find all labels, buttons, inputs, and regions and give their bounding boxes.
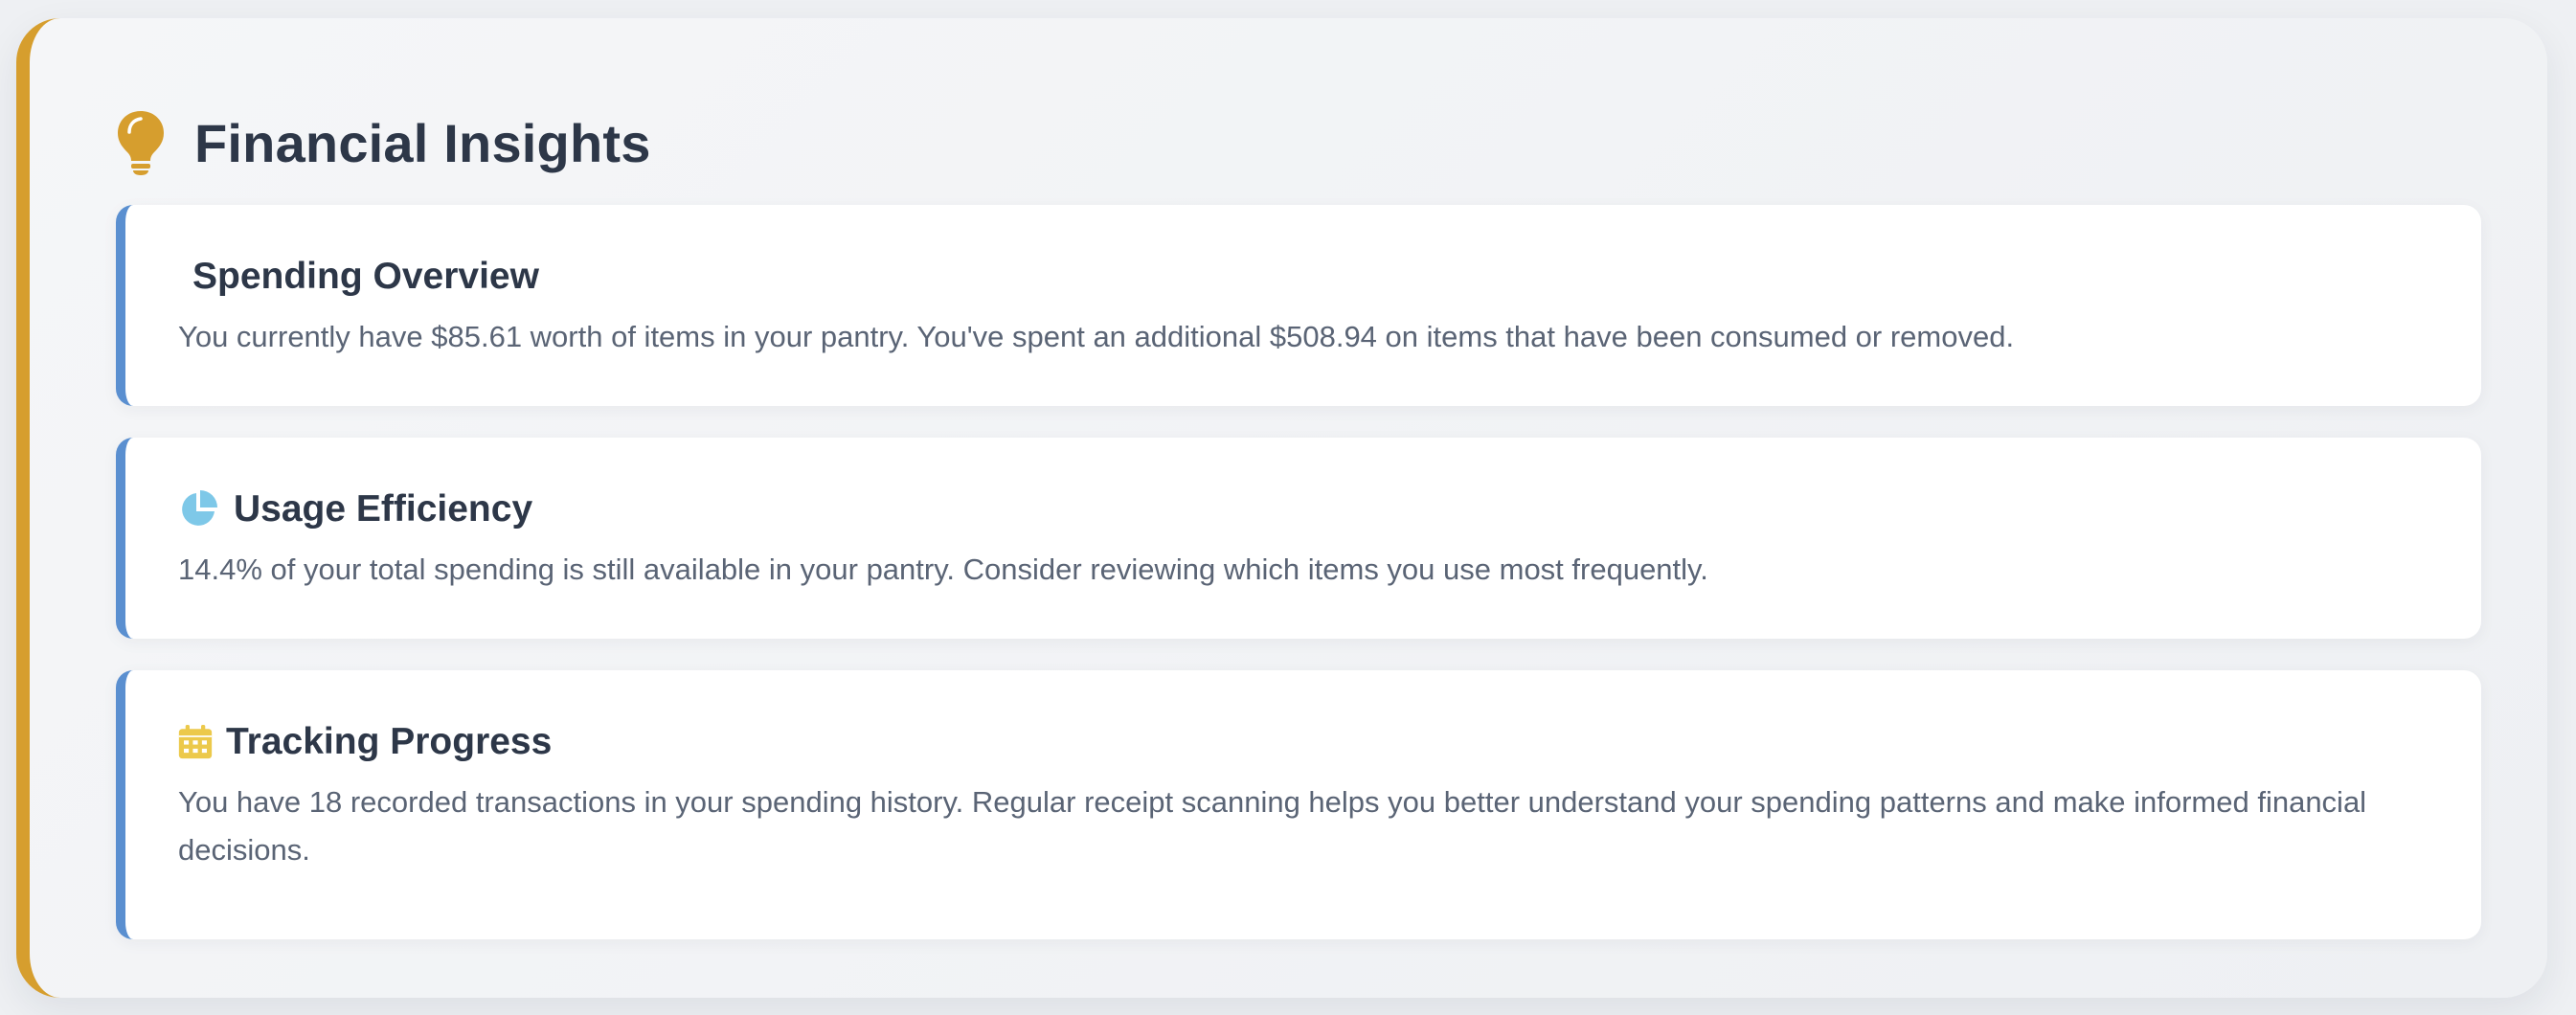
financial-insights-panel: Financial Insights Spending Overview You… <box>16 18 2547 998</box>
card-title: Spending Overview <box>192 256 539 297</box>
lightbulb-icon <box>118 111 164 175</box>
panel-title: Financial Insights <box>194 112 651 173</box>
card-header: Usage Efficiency <box>178 485 532 533</box>
card-title: Tracking Progress <box>226 721 553 762</box>
card-description: You have 18 recorded transactions in you… <box>178 785 2367 867</box>
card-description: You currently have $85.61 worth of items… <box>178 320 2015 353</box>
insight-card-tracking-progress: Tracking Progress You have 18 recorded t… <box>116 670 2481 939</box>
calendar-icon <box>178 725 213 759</box>
card-header: Spending Overview <box>192 253 539 301</box>
card-description: 14.4% of your total spending is still av… <box>178 553 1708 586</box>
panel-header: Financial Insights <box>116 95 651 191</box>
card-title: Usage Efficiency <box>234 488 533 530</box>
insight-card-spending-overview: Spending Overview You currently have $85… <box>116 205 2481 406</box>
insight-card-usage-efficiency: Usage Efficiency 14.4% of your total spe… <box>116 438 2481 639</box>
card-header: Tracking Progress <box>178 718 552 766</box>
pie-chart-icon <box>182 490 217 526</box>
